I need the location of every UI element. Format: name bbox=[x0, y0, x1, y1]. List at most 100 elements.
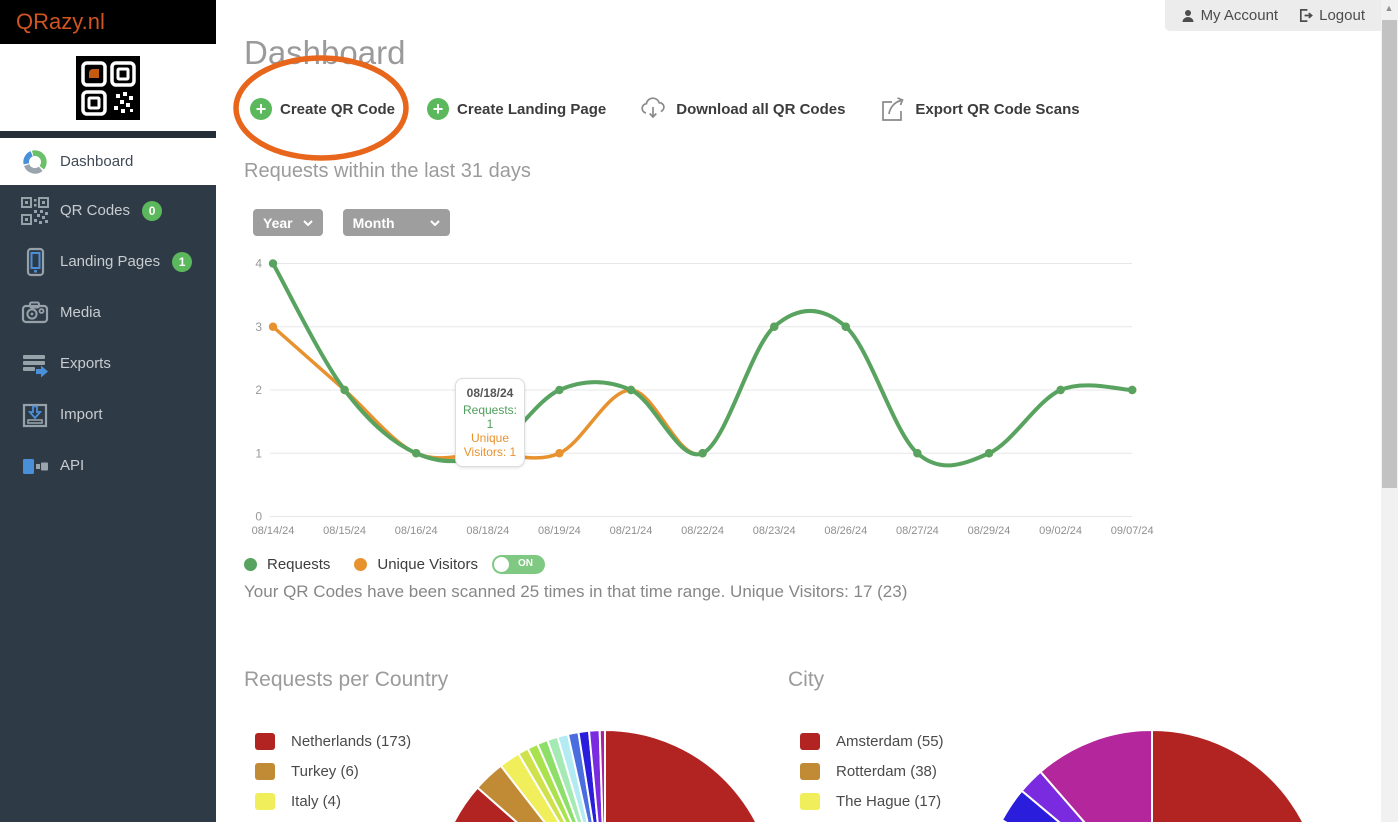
requests-legend-dot bbox=[244, 558, 257, 571]
month-dropdown[interactable]: Month bbox=[343, 209, 450, 236]
legend-label: Turkey (6) bbox=[291, 763, 359, 780]
cloud-download-icon bbox=[638, 94, 668, 124]
svg-text:09/07/24: 09/07/24 bbox=[1111, 525, 1154, 537]
logout-label: Logout bbox=[1319, 7, 1365, 24]
export-qr-code-scans-button[interactable]: Export QR Code Scans bbox=[877, 94, 1079, 124]
action-label: Export QR Code Scans bbox=[915, 101, 1079, 118]
sidebar-item-label: Landing Pages bbox=[60, 253, 160, 270]
tooltip-requests: Requests: 1 bbox=[460, 403, 520, 431]
toggle-on-label: ON bbox=[518, 558, 533, 569]
year-dropdown[interactable]: Year bbox=[253, 209, 323, 236]
chevron-down-icon bbox=[430, 220, 440, 226]
legend-chip bbox=[255, 793, 275, 810]
toggle-knob bbox=[494, 557, 509, 572]
sidebar: QRazy.nl bbox=[0, 0, 216, 822]
action-label: Create QR Code bbox=[280, 101, 395, 118]
line-chart-canvas: 0123408/14/2408/15/2408/16/2408/18/2408/… bbox=[244, 253, 1154, 553]
action-label: Download all QR Codes bbox=[676, 101, 845, 118]
legend-chip bbox=[800, 763, 820, 780]
create-landing-page-button[interactable]: + Create Landing Page bbox=[427, 98, 606, 120]
sidebar-item-label: Media bbox=[60, 304, 101, 321]
legend-chip bbox=[800, 733, 820, 750]
landing-pages-count-badge: 1 bbox=[172, 252, 192, 272]
legend-label: Rotterdam (38) bbox=[836, 763, 937, 780]
download-all-qr-codes-button[interactable]: Download all QR Codes bbox=[638, 94, 845, 124]
brand-bar: QRazy.nl bbox=[0, 0, 216, 44]
brand-logo-text: QRazy.nl bbox=[16, 9, 105, 35]
legend-chip bbox=[800, 793, 820, 810]
svg-text:08/16/24: 08/16/24 bbox=[395, 525, 438, 537]
legend-chip bbox=[255, 763, 275, 780]
tooltip-unique-visitors: Unique Visitors: 1 bbox=[460, 431, 520, 459]
svg-text:08/27/24: 08/27/24 bbox=[896, 525, 939, 537]
vertical-scrollbar[interactable]: ▲ bbox=[1381, 0, 1398, 822]
user-icon bbox=[1181, 9, 1195, 23]
requests-line-chart[interactable]: 0123408/14/2408/15/2408/16/2408/18/2408/… bbox=[244, 253, 1154, 553]
scrollbar-thumb[interactable] bbox=[1382, 20, 1397, 488]
svg-text:08/29/24: 08/29/24 bbox=[968, 525, 1011, 537]
plus-icon: + bbox=[250, 98, 272, 120]
unique-visitors-toggle[interactable]: ON bbox=[492, 555, 545, 574]
svg-text:08/18/24: 08/18/24 bbox=[466, 525, 509, 537]
sidebar-item-label: API bbox=[60, 457, 84, 474]
sidebar-nav: Dashboard bbox=[0, 138, 216, 491]
sidebar-item-label: Import bbox=[60, 406, 103, 423]
api-plug-icon bbox=[20, 451, 50, 481]
sidebar-item-landing-pages[interactable]: Landing Pages 1 bbox=[0, 236, 216, 287]
logo-box bbox=[0, 44, 216, 131]
sidebar-item-qr-codes[interactable]: QR Codes 0 bbox=[0, 185, 216, 236]
qr-codes-count-badge: 0 bbox=[142, 201, 162, 221]
logout-icon bbox=[1298, 8, 1313, 23]
requests-legend-label: Requests bbox=[267, 556, 330, 573]
svg-text:08/22/24: 08/22/24 bbox=[681, 525, 724, 537]
qr-codes-icon bbox=[20, 196, 50, 226]
account-bar: My Account Logout bbox=[1165, 0, 1381, 31]
country-pie-chart[interactable] bbox=[435, 730, 775, 822]
logout-button[interactable]: Logout bbox=[1298, 7, 1365, 24]
exports-icon bbox=[20, 349, 50, 379]
sidebar-item-label: Dashboard bbox=[60, 153, 133, 170]
export-icon bbox=[877, 94, 907, 124]
media-camera-icon bbox=[20, 298, 50, 328]
svg-text:0: 0 bbox=[255, 510, 262, 524]
month-dropdown-label: Month bbox=[353, 215, 395, 231]
legend-label: Netherlands (173) bbox=[291, 733, 411, 750]
svg-text:08/19/24: 08/19/24 bbox=[538, 525, 581, 537]
scroll-up-arrow[interactable]: ▲ bbox=[1384, 4, 1394, 12]
city-pie-chart[interactable] bbox=[982, 730, 1322, 822]
svg-text:08/26/24: 08/26/24 bbox=[824, 525, 867, 537]
create-qr-code-button[interactable]: + Create QR Code bbox=[250, 98, 395, 120]
legend-chip bbox=[255, 733, 275, 750]
svg-text:2: 2 bbox=[255, 383, 262, 397]
year-dropdown-label: Year bbox=[263, 215, 293, 231]
actions-toolbar: + Create QR Code + Create Landing Page D… bbox=[250, 94, 1080, 124]
dashboard-donut-icon bbox=[20, 147, 50, 177]
sidebar-item-import[interactable]: Import bbox=[0, 389, 216, 440]
country-heading: Requests per Country bbox=[244, 668, 448, 692]
action-label: Create Landing Page bbox=[457, 101, 606, 118]
landing-pages-phone-icon bbox=[20, 247, 50, 277]
sidebar-item-label: Exports bbox=[60, 355, 111, 372]
unique-visitors-legend-dot bbox=[354, 558, 367, 571]
scan-summary-text: Your QR Codes have been scanned 25 times… bbox=[244, 582, 907, 602]
sidebar-item-dashboard[interactable]: Dashboard bbox=[0, 138, 216, 185]
legend-label: Italy (4) bbox=[291, 793, 341, 810]
sidebar-separator bbox=[0, 131, 216, 138]
svg-text:08/23/24: 08/23/24 bbox=[753, 525, 796, 537]
import-icon bbox=[20, 400, 50, 430]
sidebar-item-api[interactable]: API bbox=[0, 440, 216, 491]
requests-heading: Requests within the last 31 days bbox=[244, 160, 531, 183]
svg-text:08/15/24: 08/15/24 bbox=[323, 525, 366, 537]
unique-visitors-legend-label: Unique Visitors bbox=[377, 556, 478, 573]
my-account-button[interactable]: My Account bbox=[1181, 7, 1279, 24]
svg-text:09/02/24: 09/02/24 bbox=[1039, 525, 1082, 537]
svg-text:08/14/24: 08/14/24 bbox=[252, 525, 295, 537]
sidebar-item-exports[interactable]: Exports bbox=[0, 338, 216, 389]
sidebar-item-media[interactable]: Media bbox=[0, 287, 216, 338]
chart-tooltip: 08/18/24 Requests: 1 Unique Visitors: 1 bbox=[455, 378, 525, 467]
my-account-label: My Account bbox=[1201, 7, 1279, 24]
svg-text:4: 4 bbox=[255, 257, 262, 271]
tooltip-date: 08/18/24 bbox=[460, 386, 520, 400]
legend-label: The Hague (17) bbox=[836, 793, 941, 810]
svg-text:08/21/24: 08/21/24 bbox=[610, 525, 653, 537]
